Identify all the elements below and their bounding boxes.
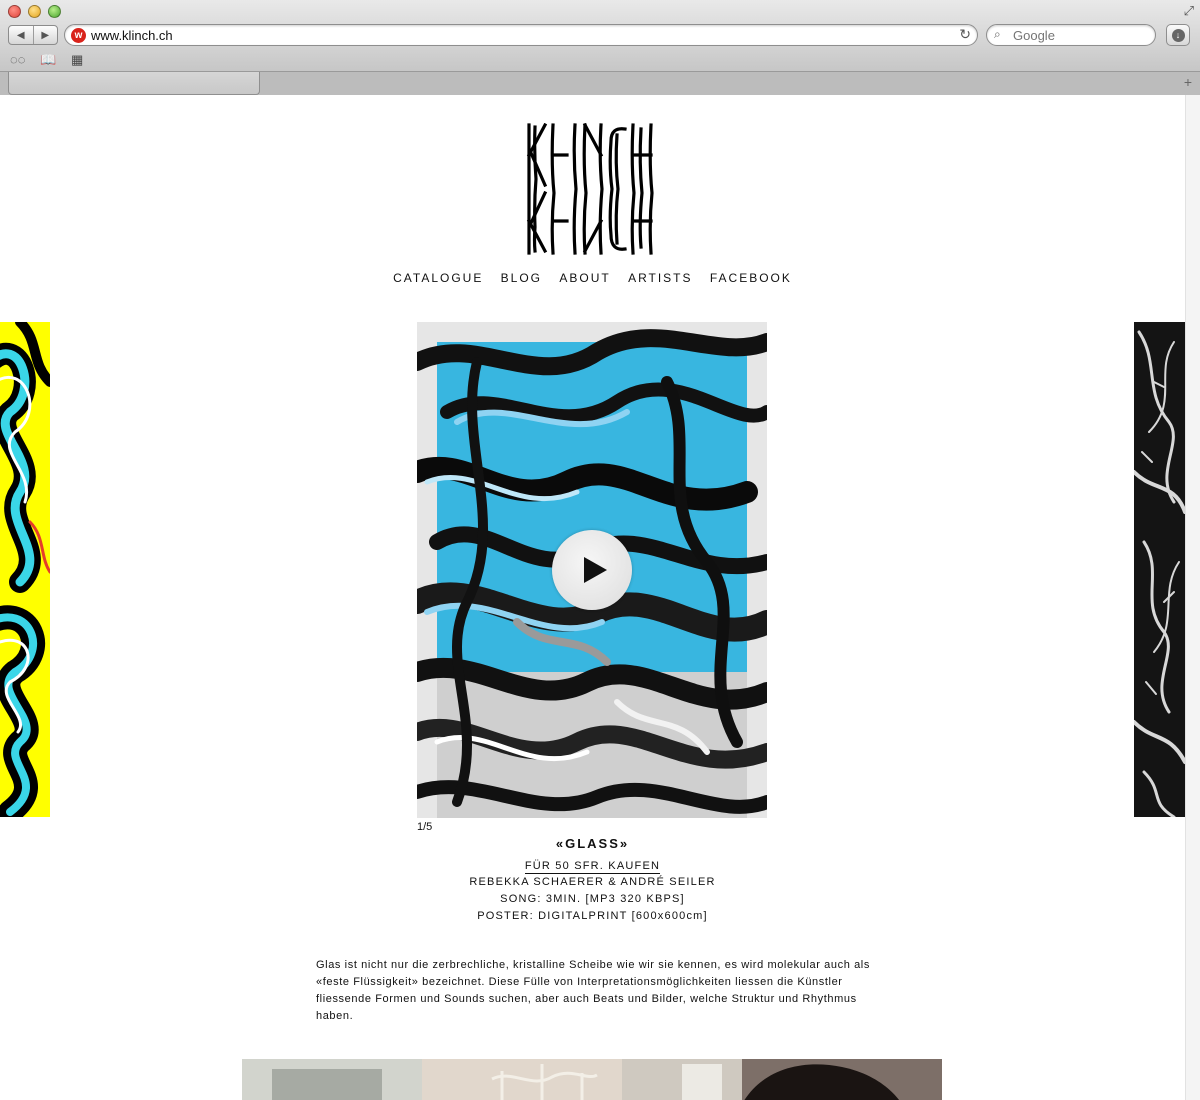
zoom-window-button[interactable] bbox=[48, 5, 61, 18]
nav-artists[interactable]: ARTISTS bbox=[628, 271, 692, 285]
site-favicon-icon: w bbox=[71, 28, 86, 43]
nav-facebook[interactable]: FACEBOOK bbox=[710, 271, 792, 285]
release-song: SONG: 3MIN. [MP3 320 KBPS] bbox=[500, 893, 685, 905]
release-poster: POSTER: DIGITALPRINT [600x600cm] bbox=[477, 910, 708, 922]
back-button[interactable]: ◀ bbox=[9, 26, 33, 44]
downloads-button[interactable]: ↓ bbox=[1166, 24, 1190, 46]
release-description: Glas ist nicht nur die zerbrechliche, kr… bbox=[316, 959, 870, 1022]
forward-button[interactable]: ▶ bbox=[32, 26, 58, 44]
logo-graphic bbox=[526, 122, 654, 255]
minimize-window-button[interactable] bbox=[28, 5, 41, 18]
tab-strip: + bbox=[0, 71, 1200, 95]
search-input[interactable] bbox=[1013, 28, 1151, 43]
glass-artwork-image[interactable] bbox=[417, 322, 767, 818]
reload-icon[interactable]: ↻ bbox=[959, 26, 971, 43]
previous-artwork-image[interactable] bbox=[0, 322, 50, 817]
play-icon bbox=[584, 557, 607, 583]
slide-counter: 1/5 bbox=[417, 821, 433, 833]
download-icon: ↓ bbox=[1171, 28, 1185, 42]
release-info: «GLASS» FÜR 50 SFR. KAUFEN REBEKKA SCHAE… bbox=[0, 835, 1185, 925]
fullscreen-icon[interactable]: ⤢ bbox=[1184, 3, 1194, 19]
release-title: «GLASS» bbox=[555, 836, 630, 851]
bookmarks-icon[interactable]: 📖 bbox=[40, 52, 56, 68]
search-icon: ⌕ bbox=[994, 27, 1001, 41]
next-artwork-image[interactable] bbox=[1134, 322, 1185, 817]
address-bar[interactable]: w www.klinch.ch ↻ bbox=[64, 24, 978, 46]
search-box[interactable]: ⌕ bbox=[986, 24, 1156, 46]
gallery-photo[interactable] bbox=[242, 1059, 942, 1100]
page-scrollbar[interactable] bbox=[1185, 95, 1200, 1100]
nav-catalogue[interactable]: CATALOGUE bbox=[393, 271, 483, 285]
close-window-button[interactable] bbox=[8, 5, 21, 18]
buy-link[interactable]: FÜR 50 SFR. KAUFEN bbox=[524, 859, 661, 874]
main-nav: CATALOGUE BLOG ABOUT ARTISTS FACEBOOK bbox=[0, 271, 1185, 285]
release-artists: REBEKKA SCHAERER & ANDRÉ SEILER bbox=[469, 876, 716, 888]
web-page: CATALOGUE BLOG ABOUT ARTISTS FACEBOOK 1/… bbox=[0, 95, 1185, 1100]
klinch-logo[interactable] bbox=[525, 122, 659, 255]
history-nav: ◀ ▶ bbox=[8, 25, 58, 45]
top-sites-icon[interactable]: ▦ bbox=[71, 52, 83, 68]
reading-list-icon[interactable]: ◌◌ bbox=[10, 52, 25, 67]
new-tab-icon[interactable]: + bbox=[1184, 74, 1192, 90]
url-text[interactable]: www.klinch.ch bbox=[91, 28, 173, 43]
browser-tab[interactable] bbox=[8, 72, 260, 95]
browser-chrome: ⤢ ◀ ▶ w www.klinch.ch ↻ ⌕ ↓ ◌◌ 📖 ▦ + bbox=[0, 0, 1200, 95]
play-button[interactable] bbox=[552, 530, 632, 610]
nav-about[interactable]: ABOUT bbox=[559, 271, 610, 285]
nav-blog[interactable]: BLOG bbox=[501, 271, 542, 285]
